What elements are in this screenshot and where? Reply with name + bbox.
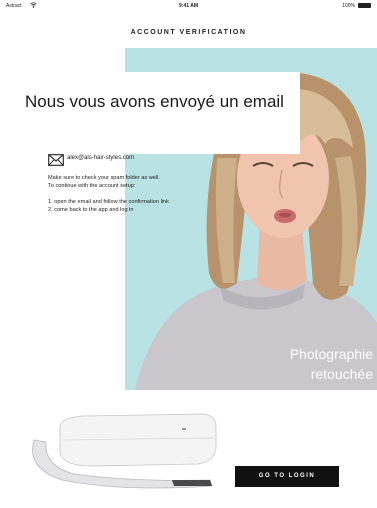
go-to-login-button[interactable]: GO TO LOGIN <box>235 466 339 487</box>
instruction-continue: To continue with the account setup: <box>48 183 136 189</box>
instruction-spam-note: Make sure to check your spam folder as w… <box>48 175 160 181</box>
battery-icon <box>358 3 371 8</box>
clock: 9:41 AM <box>179 3 198 9</box>
email-address: alex@als-hair-styles.com <box>67 155 135 161</box>
headline: Nous vous avons envoyé un email <box>25 92 284 111</box>
page-title: ACCOUNT VERIFICATION <box>130 29 247 36</box>
instruction-step-1: 1. open the email and follow the confirm… <box>48 199 169 205</box>
status-bar: Astract 9:41 AM 100% <box>0 0 377 12</box>
instructions: Make sure to check your spam folder as w… <box>48 174 248 214</box>
envelope-icon <box>48 153 64 166</box>
photo-caption-line1: Photographie <box>289 346 373 362</box>
headline-box: Nous vous avons envoyé un email <box>9 72 300 154</box>
photo-caption-line2: retouchée <box>310 366 373 382</box>
instruction-step-2: 2. come back to the app and log in <box>48 207 134 213</box>
battery-percentage: 100% <box>342 3 355 9</box>
hair-device-image <box>22 408 222 503</box>
photo-caption: Photographie retouchée <box>290 344 373 384</box>
